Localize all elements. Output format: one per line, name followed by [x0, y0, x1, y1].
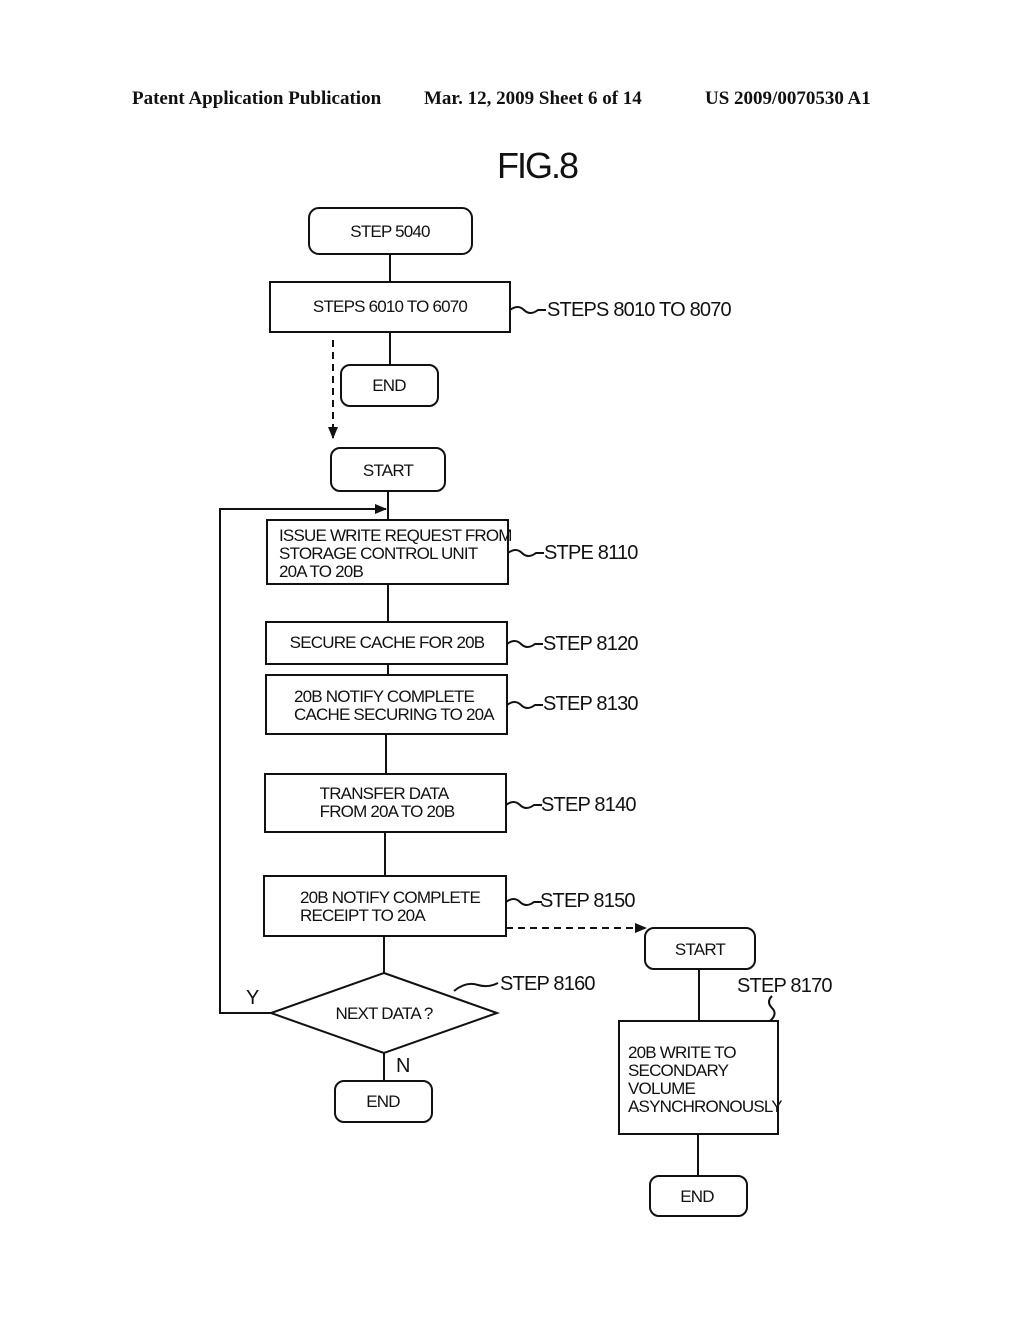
write-secondary-line-2: SECONDARY [628, 1061, 729, 1080]
notify-receipt-line-1: 20B NOTIFY COMPLETE [300, 888, 480, 907]
no-label: N [396, 1055, 410, 1077]
notify-cache-line-1: 20B NOTIFY COMPLETE [294, 687, 474, 706]
end-text-2: END [366, 1092, 400, 1111]
end-text-3: END [680, 1187, 714, 1206]
issue-line-2: STORAGE CONTROL UNIT [279, 544, 478, 563]
step-8130-label: STEP 8130 [543, 693, 638, 715]
issue-line-1: ISSUE WRITE REQUEST FROM [279, 526, 512, 545]
step-8110-label: STPE 8110 [544, 542, 638, 564]
figure-title: FIG.8 [497, 145, 578, 186]
leader-line [505, 898, 542, 906]
end-text-1: END [372, 376, 406, 395]
steps-6010-6070-text: STEPS 6010 TO 6070 [313, 297, 467, 316]
write-secondary-line-3: VOLUME [628, 1079, 695, 1098]
step-5040-text: STEP 5040 [350, 222, 430, 241]
transfer-line-2: FROM 20A TO 20B [320, 802, 455, 821]
leader-line [768, 995, 776, 1022]
steps-8010-8070-label: STEPS 8010 TO 8070 [547, 299, 732, 321]
leader-line [505, 801, 542, 809]
leader-line [509, 306, 546, 314]
notify-cache-line-2: CACHE SECURING TO 20A [294, 705, 495, 724]
leader-line [507, 549, 544, 557]
transfer-line-1: TRANSFER DATA [320, 784, 450, 803]
write-secondary-line-4: ASYNCHRONOUSLY [628, 1097, 782, 1116]
leader-line [453, 982, 499, 992]
leader-line [506, 640, 543, 648]
leader-line [506, 701, 543, 709]
step-8120-label: STEP 8120 [543, 633, 638, 655]
start-text-2: START [675, 940, 726, 959]
secure-cache-text: SECURE CACHE FOR 20B [290, 633, 485, 652]
write-secondary-line-1: 20B WRITE TO [628, 1043, 736, 1062]
yes-label: Y [246, 987, 259, 1009]
start-text-1: START [363, 461, 414, 480]
step-8170-label: STEP 8170 [737, 975, 832, 997]
flowchart: FIG.8 STEP 5040 STEPS 6010 TO 6070 STEPS… [219, 145, 833, 1217]
decision-text: NEXT DATA ? [335, 1004, 432, 1023]
issue-line-3: 20A TO 20B [279, 562, 363, 581]
step-8140-label: STEP 8140 [541, 794, 636, 816]
step-8160-label: STEP 8160 [500, 973, 595, 995]
step-8150-label: STEP 8150 [540, 890, 635, 912]
notify-receipt-line-2: RECEIPT TO 20A [300, 906, 426, 925]
